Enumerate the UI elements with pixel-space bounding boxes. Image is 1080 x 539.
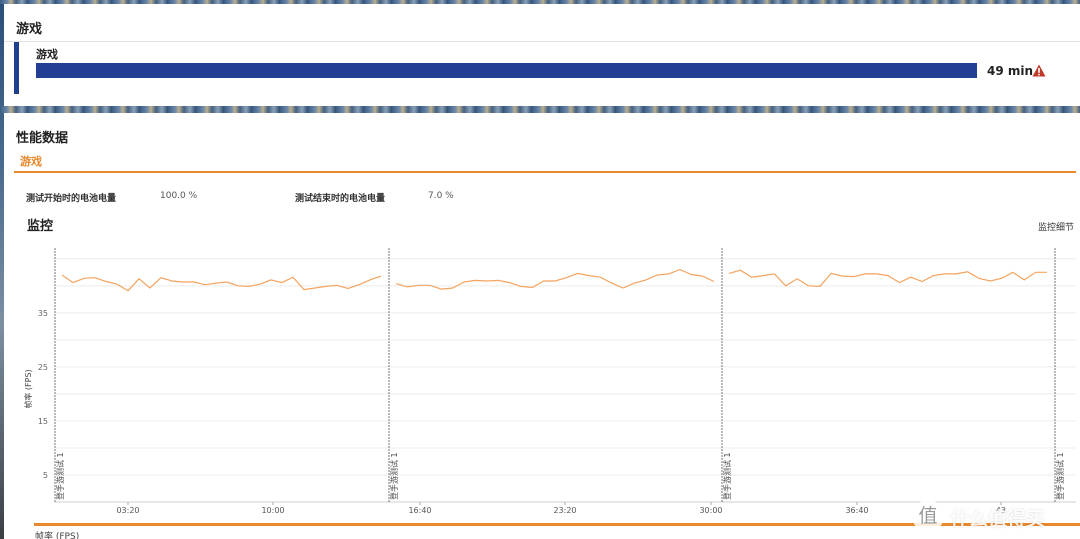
x-tick-label: 36:40 (845, 506, 868, 515)
y-axis-label: 帧率 (FPS) (23, 369, 33, 408)
watermark: 值 什么值得买 (912, 500, 1080, 532)
x-tick-label: 03:20 (116, 506, 139, 515)
segment-label: 登手游测试 1 (389, 452, 399, 500)
x-tick-label: 30:00 (699, 506, 722, 515)
game-item-label: 游戏 (36, 48, 58, 61)
fps-series-line (728, 269, 1047, 288)
y-tick-label: 25 (38, 363, 48, 372)
y-tick-label: 5 (43, 471, 48, 480)
x-tick-label: 10:00 (261, 506, 284, 515)
fps-series-line (61, 274, 382, 292)
watermark-logo: 值 (912, 500, 944, 532)
fps-chart: 5 15 25 35 帧率 (FPS) 登手游测试 1 登手游测试 1 登手游测试 1 登手游测… (23, 248, 1076, 515)
y-tick-label: 15 (38, 417, 48, 426)
game-duration-bar (36, 63, 977, 78)
wallpaper-strip-middle (0, 106, 1080, 113)
game-duration-bar-fill (36, 63, 977, 78)
y-tick-label: 35 (38, 309, 48, 318)
segment-label: 登手游测试 1 (722, 452, 732, 500)
x-tick-label: 23:20 (553, 506, 576, 515)
watermark-text: 什么值得买 (950, 508, 1046, 530)
segment-label: 登手游测试 1 (55, 452, 65, 500)
divider (4, 41, 1080, 42)
game-duration: 49 min (987, 64, 1034, 78)
game-panel-title: 游戏 (16, 22, 43, 37)
fps-legend-label: 帧率 (FPS) (35, 532, 80, 539)
performance-panel: 性能数据 游戏 测试开始时的电池电量 100.0 % 测试结束时的电池电量 7.… (4, 113, 1080, 539)
x-tick-label: 16:40 (408, 506, 431, 515)
accent-bar (14, 42, 19, 94)
segment-label: 登手游测试 1 (1055, 452, 1065, 500)
warning-triangle-icon[interactable] (1032, 64, 1046, 77)
game-panel: 游戏 游戏 49 min (4, 4, 1080, 106)
